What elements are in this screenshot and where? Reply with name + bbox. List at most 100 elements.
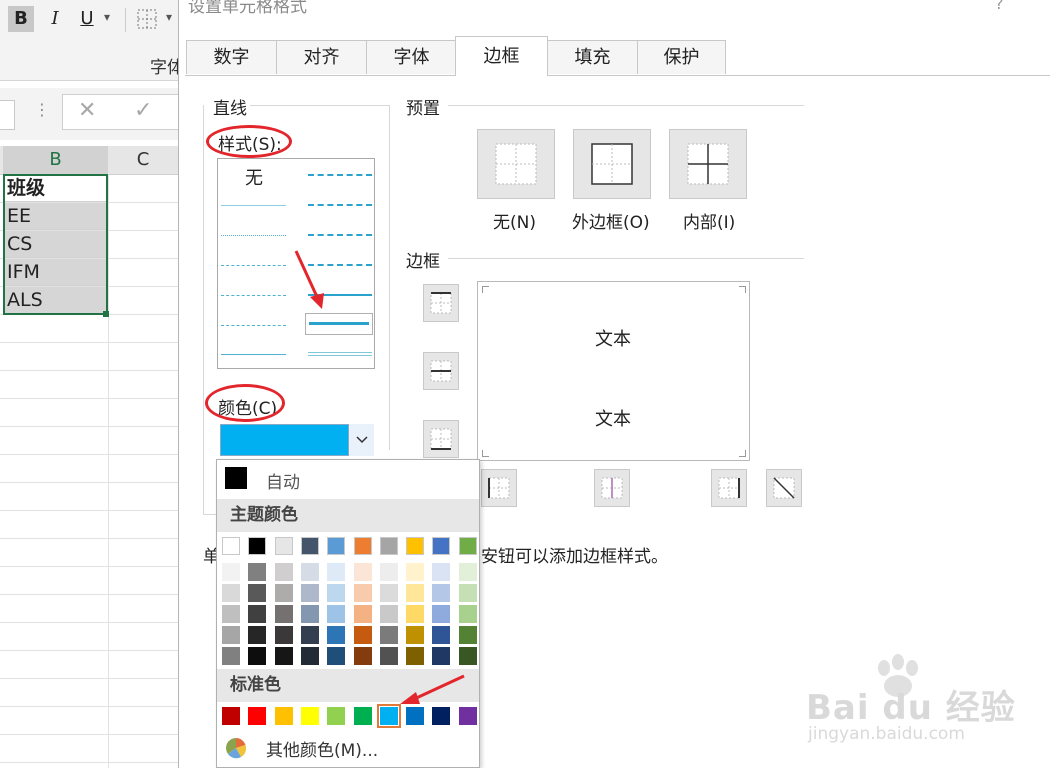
line-style-dash-dot[interactable] [221,295,286,296]
chevron-down-icon[interactable] [348,424,374,456]
theme-color-swatch[interactable] [353,537,372,555]
theme-shade-swatch[interactable] [248,584,267,602]
theme-color-swatch[interactable] [274,537,293,555]
theme-shade-swatch[interactable] [274,605,293,623]
standard-color-swatch[interactable] [274,707,293,725]
theme-color-swatch[interactable] [432,537,451,555]
line-style-slant-dash-dot[interactable] [308,204,372,206]
tab-font[interactable]: 字体 [366,40,457,74]
line-style-medium-dash-dot[interactable] [308,234,372,236]
theme-color-swatch[interactable] [458,537,477,555]
theme-shade-swatch[interactable] [432,563,451,581]
theme-shade-swatch[interactable] [274,626,293,644]
border-dropdown-icon[interactable]: ▾ [166,10,172,24]
name-box[interactable] [0,100,15,130]
theme-shade-swatch[interactable] [353,626,372,644]
theme-shade-swatch[interactable] [379,563,398,581]
theme-shade-swatch[interactable] [458,605,477,623]
theme-shade-swatch[interactable] [406,605,425,623]
underline-dropdown-icon[interactable]: ▾ [104,10,110,24]
column-header-c[interactable]: C [108,146,178,175]
standard-color-swatch[interactable] [406,707,425,725]
theme-shade-swatch[interactable] [458,563,477,581]
theme-shade-swatch[interactable] [274,647,293,665]
fill-handle[interactable] [103,311,109,317]
border-icon[interactable] [136,8,158,30]
auto-color-label[interactable]: 自动 [266,468,300,493]
theme-shade-swatch[interactable] [300,605,319,623]
theme-shade-swatch[interactable] [300,647,319,665]
line-style-dotted[interactable] [221,235,286,236]
theme-shade-swatch[interactable] [406,647,425,665]
theme-shade-swatch[interactable] [327,584,346,602]
confirm-formula-icon[interactable]: ✓ [134,98,152,123]
theme-shade-swatch[interactable] [274,563,293,581]
standard-color-swatch[interactable] [300,707,319,725]
standard-color-swatch[interactable] [353,707,372,725]
standard-color-swatch-selected[interactable] [376,704,401,728]
tab-protection[interactable]: 保护 [637,40,726,74]
theme-shade-swatch[interactable] [248,563,267,581]
auto-color-swatch[interactable] [225,467,247,489]
border-left-button[interactable] [481,469,517,507]
help-button[interactable]: ? [995,0,1004,13]
more-colors-button[interactable]: 其他颜色(M)... [266,736,378,761]
line-style-dashed[interactable] [221,325,286,326]
cancel-formula-icon[interactable]: ✕ [78,98,96,123]
line-style-thick-selected[interactable] [305,313,373,335]
theme-color-swatch[interactable] [327,537,346,555]
border-middle-vertical-button[interactable] [594,469,630,507]
line-style-thin[interactable] [221,354,286,355]
theme-shade-swatch[interactable] [248,626,267,644]
theme-shade-swatch[interactable] [379,626,398,644]
theme-shade-swatch[interactable] [222,626,240,644]
preset-inside-button[interactable] [669,129,747,199]
theme-shade-swatch[interactable] [327,626,346,644]
theme-shade-swatch[interactable] [327,605,346,623]
theme-shade-swatch[interactable] [353,647,372,665]
theme-color-swatch[interactable] [406,537,425,555]
bold-button[interactable]: B [8,6,34,32]
theme-shade-swatch[interactable] [406,626,425,644]
theme-shade-swatch[interactable] [300,584,319,602]
theme-shade-swatch[interactable] [379,584,398,602]
border-middle-horizontal-button[interactable] [423,352,459,390]
preset-none-button[interactable] [477,129,555,199]
tab-alignment[interactable]: 对齐 [276,40,367,74]
theme-shade-swatch[interactable] [248,647,267,665]
theme-shade-swatch[interactable] [432,605,451,623]
border-top-button[interactable] [423,284,459,322]
theme-shade-swatch[interactable] [327,647,346,665]
tab-border[interactable]: 边框 [455,36,548,76]
theme-shade-swatch[interactable] [406,584,425,602]
italic-button[interactable]: I [42,6,68,32]
theme-shade-swatch[interactable] [353,605,372,623]
border-bottom-button[interactable] [423,420,459,458]
standard-color-swatch[interactable] [248,707,267,725]
theme-shade-swatch[interactable] [222,584,240,602]
theme-color-swatch[interactable] [300,537,319,555]
standard-color-swatch[interactable] [432,707,451,725]
theme-shade-swatch[interactable] [432,647,451,665]
line-style-dash-dot-dot[interactable] [221,265,286,266]
theme-shade-swatch[interactable] [353,563,372,581]
line-style-medium-dash-dot-dot[interactable] [308,174,372,176]
line-style-double[interactable] [308,352,372,356]
line-style-hairline[interactable] [221,205,286,206]
theme-shade-swatch[interactable] [458,647,477,665]
theme-shade-swatch[interactable] [222,647,240,665]
theme-shade-swatch[interactable] [248,605,267,623]
column-header-b[interactable]: B [3,146,109,176]
standard-color-swatch[interactable] [222,707,240,725]
theme-color-swatch[interactable] [379,537,398,555]
theme-shade-swatch[interactable] [327,563,346,581]
theme-shade-swatch[interactable] [458,584,477,602]
theme-color-swatch[interactable] [222,537,240,555]
tab-number[interactable]: 数字 [186,40,277,74]
theme-shade-swatch[interactable] [379,647,398,665]
theme-shade-swatch[interactable] [432,584,451,602]
border-right-button[interactable] [711,469,747,507]
border-diagonal-button[interactable] [766,469,802,507]
tab-fill[interactable]: 填充 [547,40,638,74]
standard-color-swatch[interactable] [458,707,477,725]
